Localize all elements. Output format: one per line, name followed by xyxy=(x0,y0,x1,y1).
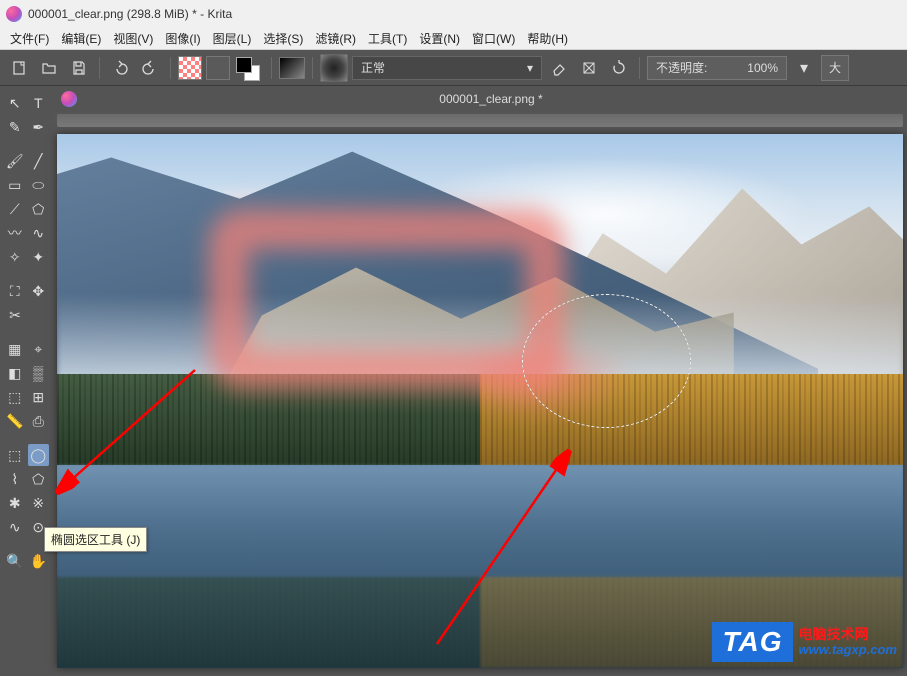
texture-swatch[interactable] xyxy=(206,56,230,80)
main-toolbar: 正常 ▾ 不透明度: 100% ▾ 大 xyxy=(0,50,907,86)
opacity-value: 100% xyxy=(747,61,778,75)
menu-filter[interactable]: 滤镜(R) xyxy=(309,28,362,49)
assistant-tool[interactable]: ⊞ xyxy=(28,386,50,408)
window-title: 000001_clear.png (298.8 MiB) * - Krita xyxy=(28,7,232,21)
open-file-button[interactable] xyxy=(36,55,62,81)
similar-select-tool[interactable]: ※ xyxy=(28,492,50,514)
pattern-swatch[interactable] xyxy=(178,56,202,80)
polygonal-select-tool[interactable]: ⬠ xyxy=(28,468,50,490)
contiguous-select-tool[interactable]: ✱ xyxy=(4,492,26,514)
transform-tool[interactable]: ⛶ xyxy=(4,280,26,302)
gradient-tool[interactable]: ◧ xyxy=(4,362,26,384)
watermark: TAG 电脑技术网 www.tagxp.com xyxy=(712,622,897,662)
crop-tool[interactable]: ✂ xyxy=(4,304,26,326)
calligraphy-tool[interactable]: ✒ xyxy=(28,116,50,138)
color-foreground-background[interactable] xyxy=(234,55,264,81)
menu-file[interactable]: 文件(F) xyxy=(4,28,55,49)
edit-shapes-tool[interactable]: ✎ xyxy=(4,116,26,138)
menu-select[interactable]: 选择(S) xyxy=(257,28,309,49)
polyline-tool[interactable]: ⟋ xyxy=(4,198,26,220)
rectangle-tool[interactable]: ▭ xyxy=(4,174,26,196)
foreground-color-swatch[interactable] xyxy=(236,57,252,73)
opacity-dropdown-icon[interactable]: ▾ xyxy=(791,55,817,81)
tooltip: 椭圆选区工具 (J) xyxy=(44,527,147,552)
opacity-label: 不透明度: xyxy=(656,59,707,76)
horizontal-scrollbar[interactable] xyxy=(57,114,903,127)
canvas-area: 000001_clear.png * xyxy=(53,86,907,676)
line-tool[interactable]: ╱ xyxy=(28,150,50,172)
menu-image[interactable]: 图像(I) xyxy=(159,28,206,49)
brush-tool[interactable]: 🖌 xyxy=(4,150,26,172)
watermark-line2: www.tagxp.com xyxy=(799,643,897,657)
pan-tool[interactable]: ✋ xyxy=(28,550,50,572)
save-file-button[interactable] xyxy=(66,55,92,81)
title-bar: 000001_clear.png (298.8 MiB) * - Krita xyxy=(0,0,907,28)
fill-tool[interactable]: ▦ xyxy=(4,338,26,360)
multibrush-tool[interactable]: ✦ xyxy=(28,246,50,268)
new-file-button[interactable] xyxy=(6,55,32,81)
move-layer-tool[interactable]: ✥ xyxy=(28,280,50,302)
document-icon xyxy=(61,91,77,107)
watermark-line1: 电脑技术网 xyxy=(799,627,897,642)
krita-app-icon xyxy=(6,6,22,22)
rect-select-tool[interactable]: ⬚ xyxy=(4,444,26,466)
selection-marquee xyxy=(522,294,691,428)
color-picker-tool[interactable]: ⌖ xyxy=(28,338,50,360)
bezier-tool[interactable]: 〰 xyxy=(4,222,26,244)
ellipse-tool[interactable]: ⬭ xyxy=(28,174,50,196)
watermark-tag: TAG xyxy=(712,622,792,662)
menu-window[interactable]: 窗口(W) xyxy=(466,28,521,49)
undo-button[interactable] xyxy=(107,55,133,81)
chevron-down-icon: ▾ xyxy=(527,61,533,75)
canvas[interactable]: TAG 电脑技术网 www.tagxp.com xyxy=(57,134,903,668)
blend-mode-value: 正常 xyxy=(361,59,385,76)
text-tool[interactable]: T xyxy=(28,92,50,114)
freehand-select-tool[interactable]: ⌇ xyxy=(4,468,26,490)
eraser-toggle[interactable] xyxy=(546,55,572,81)
document-tab-strip: 000001_clear.png * xyxy=(53,86,907,112)
bezier-select-tool[interactable]: ∿ xyxy=(4,516,26,538)
menu-settings[interactable]: 设置(N) xyxy=(413,28,466,49)
blend-mode-dropdown[interactable]: 正常 ▾ xyxy=(352,56,542,80)
reload-preset-button[interactable] xyxy=(606,55,632,81)
menu-help[interactable]: 帮助(H) xyxy=(521,28,574,49)
menu-bar: 文件(F) 编辑(E) 视图(V) 图像(I) 图层(L) 选择(S) 滤镜(R… xyxy=(0,28,907,50)
menu-layer[interactable]: 图层(L) xyxy=(207,28,258,49)
size-button[interactable]: 大 xyxy=(821,55,849,81)
smart-fill-tool[interactable]: ⬚ xyxy=(4,386,26,408)
redo-button[interactable] xyxy=(137,55,163,81)
document-tab-title[interactable]: 000001_clear.png * xyxy=(83,92,899,106)
ellipse-select-tool[interactable]: ◯ xyxy=(28,444,50,466)
freehand-tool[interactable]: ∿ xyxy=(28,222,50,244)
dynamic-brush-tool[interactable]: ✧ xyxy=(4,246,26,268)
zoom-tool[interactable]: 🔍 xyxy=(4,550,26,572)
menu-tools[interactable]: 工具(T) xyxy=(362,28,413,49)
pattern-edit-tool[interactable]: ▒ xyxy=(28,362,50,384)
toolbox: ↖T ✎✒ 🖌╱ ▭⬭ ⟋⬠ 〰∿ ✧✦ ⛶✥ ✂ ▦⌖ ◧▒ ⬚⊞ 📏⎙ ⬚◯… xyxy=(0,86,53,676)
opacity-control[interactable]: 不透明度: 100% xyxy=(647,56,787,80)
polygon-tool[interactable]: ⬠ xyxy=(28,198,50,220)
gradient-swatch[interactable] xyxy=(279,57,305,79)
menu-view[interactable]: 视图(V) xyxy=(107,28,159,49)
brush-preset[interactable] xyxy=(320,54,348,82)
alpha-lock-button[interactable] xyxy=(576,55,602,81)
measure-tool[interactable]: 📏 xyxy=(4,410,26,432)
reference-tool[interactable]: ⎙ xyxy=(28,410,50,432)
move-tool[interactable]: ↖ xyxy=(4,92,26,114)
menu-edit[interactable]: 编辑(E) xyxy=(55,28,107,49)
